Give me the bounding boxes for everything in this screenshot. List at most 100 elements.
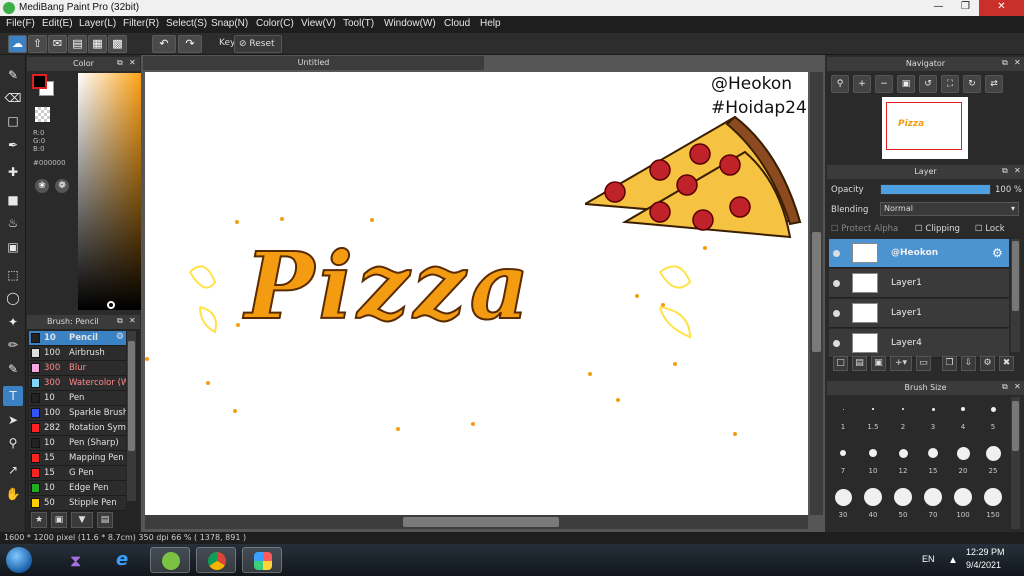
fill-rect-tool-icon[interactable]: ■ [3, 190, 23, 210]
vertical-scroll-thumb[interactable] [812, 232, 821, 352]
new-brush-icon[interactable]: ▣ [51, 512, 67, 528]
brush-size-cell[interactable]: 20 [949, 441, 977, 475]
new-layer-icon[interactable]: □ [833, 356, 848, 371]
layer-list-scrollbar[interactable] [1011, 239, 1020, 352]
gradient-tool-icon[interactable]: ▣ [3, 237, 23, 257]
foreground-color-swatch[interactable] [32, 74, 47, 89]
trash-icon[interactable]: ✖ [999, 356, 1014, 371]
brush-size-cell[interactable]: 5 [979, 397, 1007, 431]
panel-close-icon[interactable]: ✕ [1014, 382, 1021, 391]
brush-size-cell[interactable]: 2 [889, 397, 917, 431]
lock-checkbox[interactable]: ☐ Lock [975, 224, 1005, 234]
medibang-taskbar-icon[interactable] [242, 547, 282, 573]
layer-row[interactable]: Layer1 [829, 269, 1009, 298]
clock-date[interactable]: 9/4/2021 [966, 560, 1001, 570]
operation-tool-icon[interactable]: ➤ [3, 410, 23, 430]
tray-expand-icon[interactable]: ▲ [948, 555, 958, 566]
layer-settings-icon[interactable]: ⚙ [980, 356, 995, 371]
zoom-actual-icon[interactable]: ▣ [897, 75, 915, 93]
brush-size-cell[interactable]: 1 [829, 397, 857, 431]
brush-size-cell[interactable]: 7 [829, 441, 857, 475]
brush-item[interactable]: 300 Blur [29, 361, 126, 376]
eye-icon[interactable] [833, 280, 840, 287]
duplicate-layer-icon[interactable]: ❐ [942, 356, 957, 371]
language-indicator[interactable]: EN [922, 554, 935, 564]
brush-size-cell[interactable]: 12 [889, 441, 917, 475]
brush-item[interactable]: 10 Pen [29, 391, 126, 406]
undo-icon[interactable]: ↶ [152, 35, 176, 53]
minimize-button[interactable]: — [925, 0, 952, 16]
new-halftone-layer-icon[interactable]: ▤ [852, 356, 867, 371]
cloud-icon[interactable]: ☁ [8, 35, 27, 53]
panel-popout-icon[interactable]: ⧉ [1002, 166, 1008, 176]
horizontal-scroll-thumb[interactable] [403, 517, 559, 527]
brush-size-cell[interactable]: 1.5 [859, 397, 887, 431]
visual-studio-icon[interactable]: ⧗ [58, 547, 98, 573]
menu-cloud[interactable]: Cloud [444, 18, 470, 29]
navigator-preview[interactable]: Pizza [882, 97, 968, 159]
panel-close-icon[interactable]: ✕ [129, 58, 136, 67]
layer-add-menu-icon[interactable]: +▾ [890, 356, 912, 371]
panel-popout-icon[interactable]: ⧉ [1002, 58, 1008, 68]
clock-time[interactable]: 12:29 PM [966, 547, 1005, 557]
layer-row[interactable]: @Heokon ⚙ [829, 239, 1009, 268]
move-tool-icon[interactable]: ✚ [3, 162, 23, 182]
brush-size-cell[interactable]: 70 [919, 485, 947, 519]
menu-select[interactable]: Select(S) [166, 18, 207, 29]
comment-icon[interactable]: ✉ [48, 35, 67, 53]
panel-popout-icon[interactable]: ⧉ [1002, 382, 1008, 392]
brush-item[interactable]: 100 Sparkle Brush [29, 406, 126, 421]
eraser-tool-icon[interactable]: ⌫ [3, 88, 23, 108]
new-8bit-layer-icon[interactable]: ▣ [871, 356, 886, 371]
hand-tool-icon[interactable]: ✋ [3, 484, 23, 504]
brush-gear-icon[interactable]: ⚙ [116, 332, 124, 342]
menu-window[interactable]: Window(W) [384, 18, 436, 29]
bucket-tool-icon[interactable]: ♨ [3, 213, 23, 233]
vertical-scrollbar[interactable] [810, 72, 823, 515]
brush-item[interactable]: 15 Mapping Pen [29, 451, 126, 466]
text-tool-icon[interactable]: T [3, 386, 23, 406]
brush-item[interactable]: 50 Stipple Pen [29, 496, 126, 511]
internet-explorer-icon[interactable]: e [104, 547, 144, 573]
magic-wand-tool-icon[interactable]: ✦ [3, 312, 23, 332]
brush-size-cell[interactable]: 150 [979, 485, 1007, 519]
rectangle-tool-icon[interactable]: □ [3, 111, 23, 131]
chrome-icon[interactable] [196, 547, 236, 573]
brush-tool-icon[interactable]: ✎ [3, 65, 23, 85]
brush-item[interactable]: 300 Watercolor (W [29, 376, 126, 391]
menu-color[interactable]: Color(C) [256, 18, 294, 29]
brush-item[interactable]: 282 Rotation Sym [29, 421, 126, 436]
redo-icon[interactable]: ↷ [178, 35, 202, 53]
maximize-button[interactable]: ❐ [952, 0, 979, 16]
select-eraser-tool-icon[interactable]: ✎ [3, 359, 23, 379]
canvas-tab[interactable]: Untitled [143, 56, 484, 70]
brush-item[interactable]: 10 Edge Pen [29, 481, 126, 496]
brush-size-cell[interactable]: 30 [829, 485, 857, 519]
brush-settings-icon[interactable]: ▤ [97, 512, 113, 528]
panel-close-icon[interactable]: ✕ [1014, 58, 1021, 67]
color-picker-handle[interactable] [107, 301, 115, 309]
layer-list-scroll-thumb[interactable] [1012, 241, 1019, 311]
transparent-color-swatch[interactable] [35, 107, 50, 122]
add-brush-icon[interactable]: ★ [31, 512, 47, 528]
brush-size-cell[interactable]: 40 [859, 485, 887, 519]
palette-icon[interactable]: ❀ [35, 179, 49, 193]
folder-icon[interactable]: ▭ [916, 356, 931, 371]
eye-icon[interactable] [833, 250, 840, 257]
brush-menu-icon[interactable]: ▼ [71, 512, 93, 528]
menu-tool[interactable]: Tool(T) [343, 18, 374, 29]
brush-size-cell[interactable]: 4 [949, 397, 977, 431]
opacity-slider[interactable] [880, 184, 991, 195]
blending-select[interactable]: Normal ▾ [880, 202, 1019, 216]
brush-list-scroll-thumb[interactable] [128, 341, 135, 451]
zoom-out-icon[interactable]: − [875, 75, 893, 93]
menu-snap[interactable]: Snap(N) [211, 18, 248, 29]
layer-row[interactable]: Layer1 [829, 299, 1009, 328]
panel-close-icon[interactable]: ✕ [129, 316, 136, 325]
menu-view[interactable]: View(V) [301, 18, 336, 29]
drawing-canvas[interactable]: @Heokon #Hoidap247 Pizza [145, 72, 808, 515]
dot-tool-icon[interactable]: ✒ [3, 135, 23, 155]
rotate-right-icon[interactable]: ↻ [963, 75, 981, 93]
close-button[interactable]: ✕ [979, 0, 1024, 16]
palette-settings-icon[interactable]: ❁ [55, 179, 69, 193]
